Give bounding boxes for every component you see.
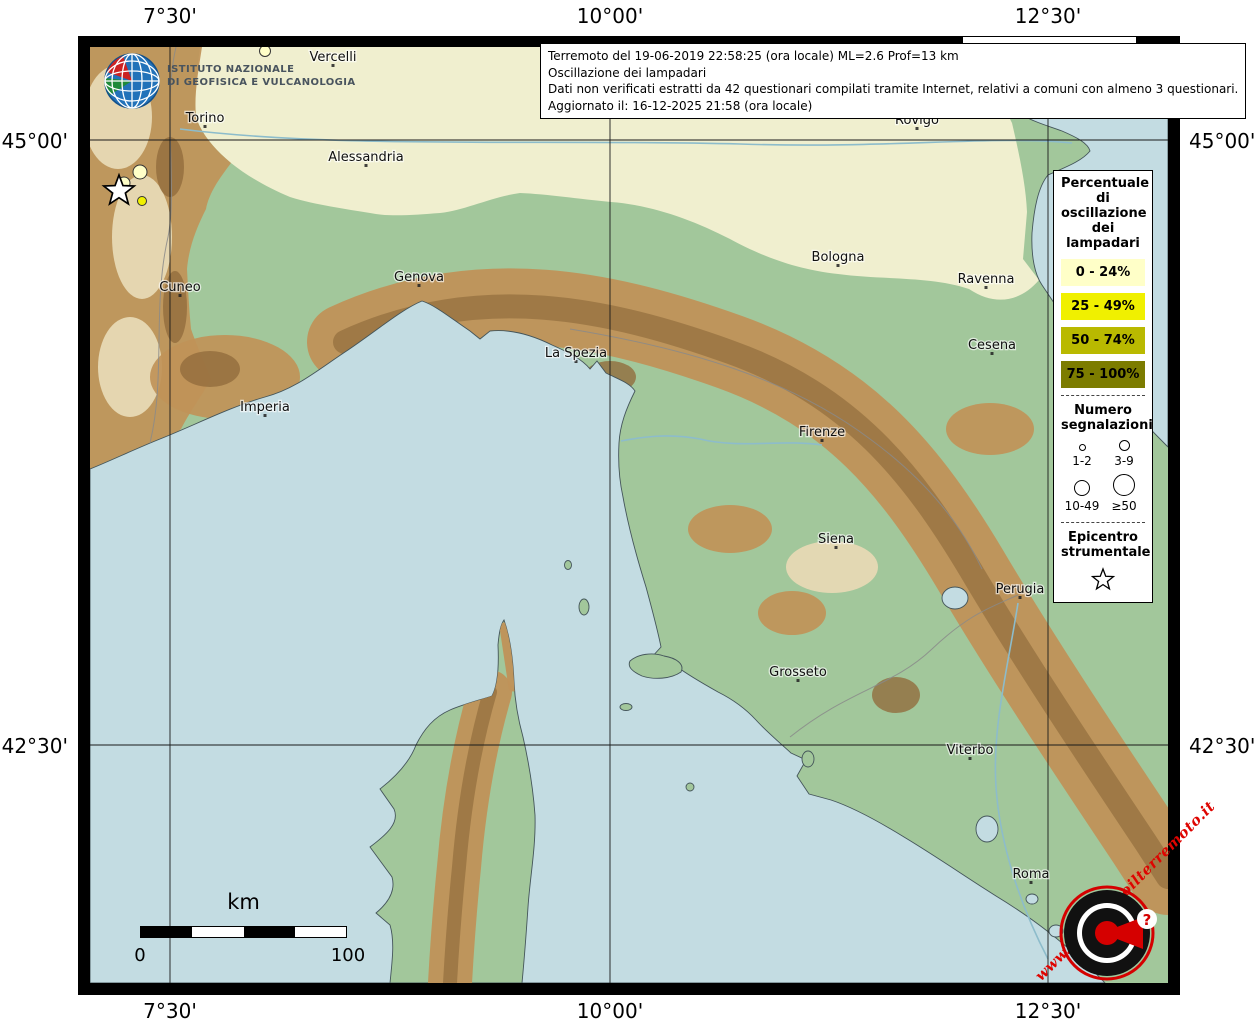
axis-label-top-1000: 10°00' xyxy=(577,4,643,28)
legend-reports-title: Numero segnalazioni xyxy=(1061,403,1145,433)
tuscan-hills xyxy=(758,591,826,635)
report-size-circle-icon xyxy=(1074,480,1090,496)
report-size-0: 1-2 xyxy=(1061,437,1103,471)
map-frame-left xyxy=(78,36,90,995)
legend-report-sizes: 1-2 3-9 10-49 ≥50 xyxy=(1061,437,1145,516)
axis-label-right-45: 45°00' xyxy=(1189,129,1255,153)
ingv-logo-globe-icon xyxy=(101,50,163,112)
city-label-alessandria: Alessandria xyxy=(328,150,403,165)
event-info-line-3: Dati non verificati estratti da 42 quest… xyxy=(548,81,1238,98)
map: VercelliTorinoAlessandriaRovigoGenovaBol… xyxy=(90,47,1168,983)
event-info-line-4: Aggiornato il: 16-12-2025 21:58 (ora loc… xyxy=(548,98,1238,115)
axis-label-top-1230: 12°30' xyxy=(1015,4,1081,28)
city-label-siena: Siena xyxy=(818,532,854,547)
legend-separator xyxy=(1061,395,1145,396)
report-size-1: 3-9 xyxy=(1103,437,1145,471)
felt-report-circle xyxy=(133,165,147,179)
scalebar-segment xyxy=(244,927,295,937)
axis-label-top-730: 7°30' xyxy=(143,4,197,28)
report-size-label: 3-9 xyxy=(1114,454,1134,468)
felt-report-circle xyxy=(138,197,147,206)
legend-class-2: 50 - 74% xyxy=(1061,327,1145,354)
legend-epicenter-star-icon xyxy=(1088,564,1118,594)
island-capraia xyxy=(579,599,589,615)
event-info-box: Terremoto del 19-06-2019 22:58:25 (ora l… xyxy=(540,43,1246,119)
scalebar-segment xyxy=(192,927,243,937)
legend-epicenter-title: Epicentro strumentale xyxy=(1061,530,1145,560)
island-montecristo xyxy=(686,783,694,791)
lake-trasimeno xyxy=(942,587,968,609)
report-size-circle-icon xyxy=(1119,440,1130,451)
report-size-circle-icon xyxy=(1079,444,1086,451)
axis-label-right-4230: 42°30' xyxy=(1189,734,1255,758)
axis-label-left-4230: 42°30' xyxy=(0,734,68,758)
event-info-line-2: Oscillazione dei lampadari xyxy=(548,65,1238,82)
legend-separator xyxy=(1061,522,1145,523)
report-size-label: 10-49 xyxy=(1065,499,1100,513)
scalebar-segment xyxy=(295,927,346,937)
scalebar-min-label: 0 xyxy=(126,945,154,966)
city-label-imperia: Imperia xyxy=(240,400,290,415)
map-frame-bottom xyxy=(78,983,1180,995)
axis-label-bottom-730: 7°30' xyxy=(143,999,197,1023)
legend-box: Percentuale di oscillazione dei lampadar… xyxy=(1053,170,1153,603)
city-label-firenze: Firenze xyxy=(799,425,845,440)
city-label-torino: Torino xyxy=(185,111,225,126)
report-size-label: 1-2 xyxy=(1072,454,1092,468)
city-label-cuneo: Cuneo xyxy=(159,280,201,295)
ingv-logo-text: ISTITUTO NAZIONALE DI GEOFISICA E VULCAN… xyxy=(167,63,356,89)
ingv-name-line1: ISTITUTO NAZIONALE xyxy=(167,63,356,76)
legend-class-3: 75 - 100% xyxy=(1061,361,1145,388)
city-label-cesena: Cesena xyxy=(968,338,1016,353)
city-label-genova: Genova xyxy=(394,270,444,285)
city-label-bologna: Bologna xyxy=(812,250,865,265)
city-label-perugia: Perugia xyxy=(996,582,1045,597)
legend-class-swatches: 0 - 24% 25 - 49% 50 - 74% 75 - 100% xyxy=(1061,259,1145,388)
city-label-ravenna: Ravenna xyxy=(958,272,1015,287)
report-size-2: 10-49 xyxy=(1061,471,1103,516)
scalebar-max-label: 100 xyxy=(330,945,366,966)
island-pianosa xyxy=(620,704,632,711)
siena-hills xyxy=(786,541,878,593)
legend-class-1: 25 - 49% xyxy=(1061,293,1145,320)
legend-class-0: 0 - 24% xyxy=(1061,259,1145,286)
city-label-la-spezia: La Spezia xyxy=(545,346,607,361)
city-label-grosseto: Grosseto xyxy=(769,665,827,680)
island-giglio xyxy=(802,751,814,767)
marche-hills xyxy=(946,403,1034,455)
lake-bolsena xyxy=(976,816,998,842)
felt-report-circle xyxy=(260,47,271,57)
logo-core xyxy=(1095,921,1119,945)
axis-label-bottom-1000: 10°00' xyxy=(577,999,643,1023)
scalebar-unit-label: km xyxy=(140,890,347,914)
event-info-line-1: Terremoto del 19-06-2019 22:58:25 (ora l… xyxy=(548,48,1238,65)
lake-vico xyxy=(1026,894,1038,904)
island-gorgona xyxy=(565,561,572,570)
ingv-name-line2: DI GEOFISICA E VULCANOLOGIA xyxy=(167,76,356,89)
legend-title: Percentuale di oscillazione dei lampadar… xyxy=(1061,176,1145,251)
scalebar xyxy=(140,926,347,938)
report-size-label: ≥50 xyxy=(1111,499,1136,513)
tuscan-hills xyxy=(688,505,772,553)
scalebar-segment xyxy=(141,927,192,937)
report-size-3: ≥50 xyxy=(1103,471,1145,516)
haisentitoilterremoto-logo: ? xyxy=(1053,879,1161,987)
map-screenshot: VercelliTorinoAlessandriaRovigoGenovaBol… xyxy=(0,0,1255,1024)
report-size-circle-icon xyxy=(1113,474,1135,496)
logo-question-mark: ? xyxy=(1143,911,1152,929)
city-label-roma: Roma xyxy=(1012,867,1049,882)
axis-label-left-45: 45°00' xyxy=(0,129,68,153)
axis-label-bottom-1230: 12°30' xyxy=(1015,999,1081,1023)
ligurian-ridge xyxy=(180,351,240,387)
monte-amiata xyxy=(872,677,920,713)
city-label-viterbo: Viterbo xyxy=(947,743,994,758)
